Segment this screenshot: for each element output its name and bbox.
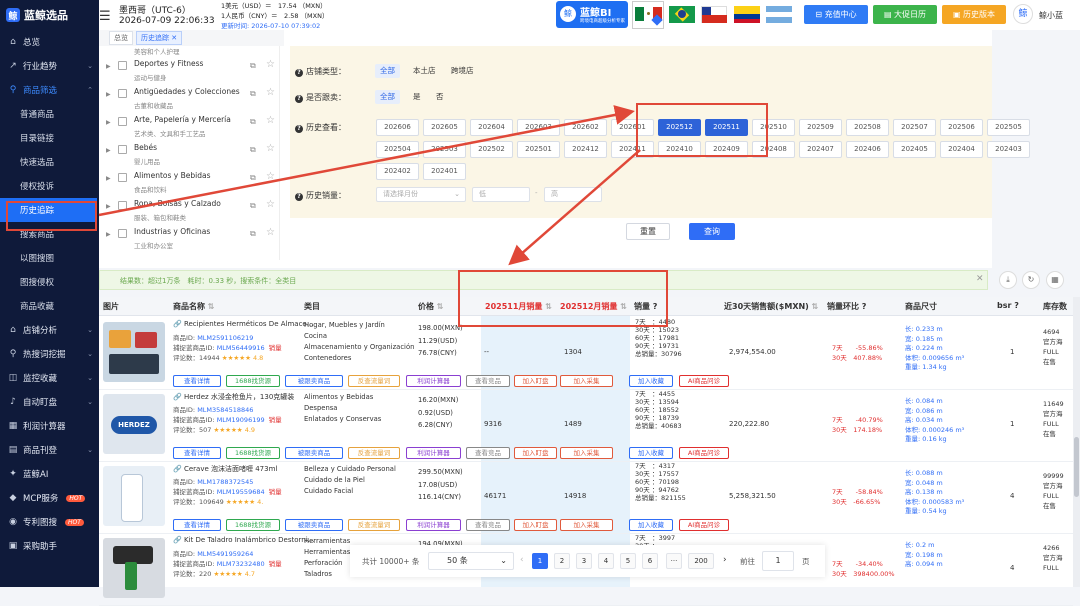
arrow-nav-to-months xyxy=(98,105,635,217)
arrow-months-to-columns xyxy=(508,149,641,266)
annotation-arrows xyxy=(98,105,641,266)
